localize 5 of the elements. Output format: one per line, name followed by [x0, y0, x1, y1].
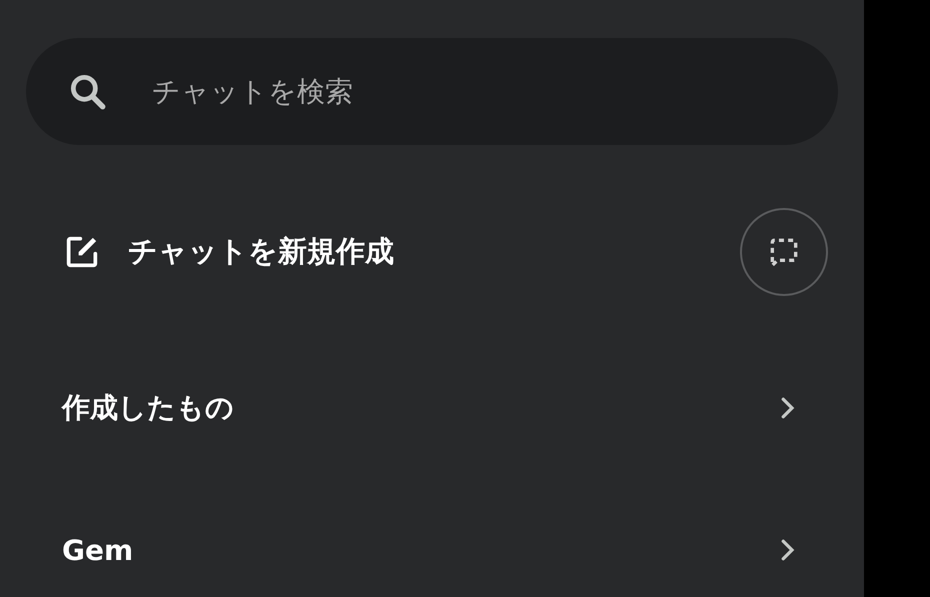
nav-item[interactable]: 作成したもの [26, 378, 838, 438]
nav-item[interactable]: Gem [26, 520, 838, 580]
search-field[interactable]: チャットを検索 [26, 38, 838, 145]
new-chat-button[interactable]: チャットを新規作成 [26, 232, 394, 272]
temporary-chat-button[interactable] [740, 208, 828, 296]
